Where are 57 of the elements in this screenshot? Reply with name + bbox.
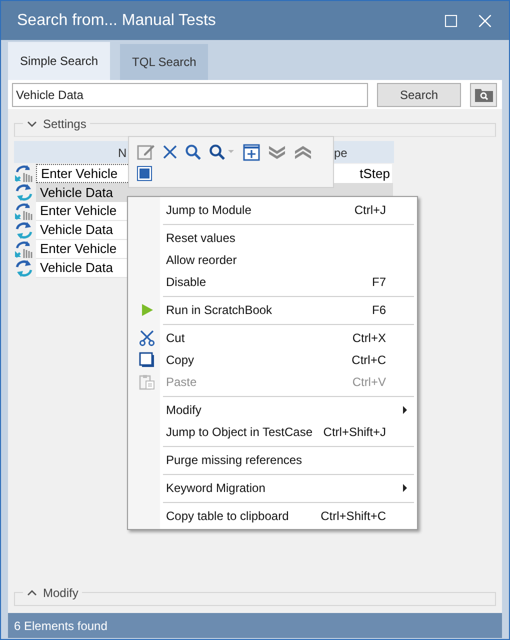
refresh-icon: [14, 183, 34, 202]
chevron-icon: [27, 590, 37, 596]
search-field[interactable]: Vehicle Data: [12, 82, 368, 106]
shortcut-text: Ctrl+Shift+C: [320, 508, 386, 525]
search-dropdown-icon[interactable]: [209, 144, 235, 160]
refresh-icon: [14, 259, 34, 278]
shortcut-text: F6: [372, 302, 386, 319]
search-button[interactable]: Search: [377, 82, 461, 106]
window-title: Search from... Manual Tests: [17, 10, 217, 30]
menu-item[interactable]: Run in ScratchBook F6: [128, 299, 417, 321]
tab[interactable]: Simple Search: [8, 42, 110, 80]
menu-item[interactable]: Disable F7: [128, 271, 417, 293]
name-cell-text: Enter Vehicle: [40, 240, 117, 258]
folder-search-button[interactable]: [470, 82, 497, 106]
name-cell-text: Vehicle Data: [40, 221, 113, 240]
search-icon[interactable]: [185, 144, 201, 160]
name-cell-text: Enter Vehicle: [40, 202, 117, 220]
menu-item[interactable]: Copy table to clipboard Ctrl+Shift+C: [128, 505, 417, 527]
status-text: 6 Elements found: [14, 618, 108, 634]
name-cell-text: Vehicle Data: [40, 259, 113, 278]
refresh-icon: [14, 221, 34, 240]
pencil-icon[interactable]: [137, 143, 155, 161]
double-chevron-up-icon[interactable]: [294, 145, 312, 159]
column-header[interactable]: pe: [334, 144, 348, 162]
folder-search-icon: [474, 88, 492, 102]
menu-item[interactable]: Cut Ctrl+X: [128, 327, 417, 349]
play-icon: [140, 303, 154, 317]
menu-item[interactable]: Jump to Object in TestCase Ctrl+Shift+J: [128, 421, 417, 443]
menu-item[interactable]: Reset values: [128, 227, 417, 249]
menu-item[interactable]: Purge missing references: [128, 449, 417, 471]
menu-item[interactable]: Keyword Migration: [128, 477, 417, 499]
menu-item[interactable]: Copy Ctrl+C: [128, 349, 417, 371]
menu-item[interactable]: Allow reorder: [128, 249, 417, 271]
shortcut-text: Ctrl+V: [352, 374, 386, 391]
shortcut-text: Ctrl+J: [354, 202, 386, 219]
maximize-icon[interactable]: [445, 14, 457, 26]
hand-arrows-icon: [14, 164, 34, 183]
chevron-icon: [27, 121, 37, 127]
name-cell-text: Enter Vehicle: [41, 164, 118, 183]
scissors-icon: [139, 330, 155, 346]
name-cell-text: Vehicle Data: [40, 184, 113, 202]
menu-item[interactable]: Jump to Module Ctrl+J: [128, 199, 417, 221]
close-icon[interactable]: [163, 145, 177, 159]
copy-icon: [139, 352, 155, 368]
add-row-icon[interactable]: [243, 144, 260, 160]
hand-arrows-icon: [14, 202, 34, 221]
tab[interactable]: TQL Search: [120, 44, 208, 80]
shortcut-text: F7: [372, 274, 386, 291]
clipboard-icon: [139, 374, 155, 390]
hand-arrows-icon: [14, 240, 34, 259]
shortcut-text: Ctrl+Shift+J: [323, 424, 386, 441]
menu-item[interactable]: Modify: [128, 399, 417, 421]
double-chevron-down-icon[interactable]: [268, 145, 286, 159]
shortcut-text: Ctrl+C: [352, 352, 386, 369]
shortcut-text: Ctrl+X: [352, 330, 386, 347]
stop-icon[interactable]: [137, 166, 152, 181]
column-header[interactable]: N: [118, 144, 127, 162]
